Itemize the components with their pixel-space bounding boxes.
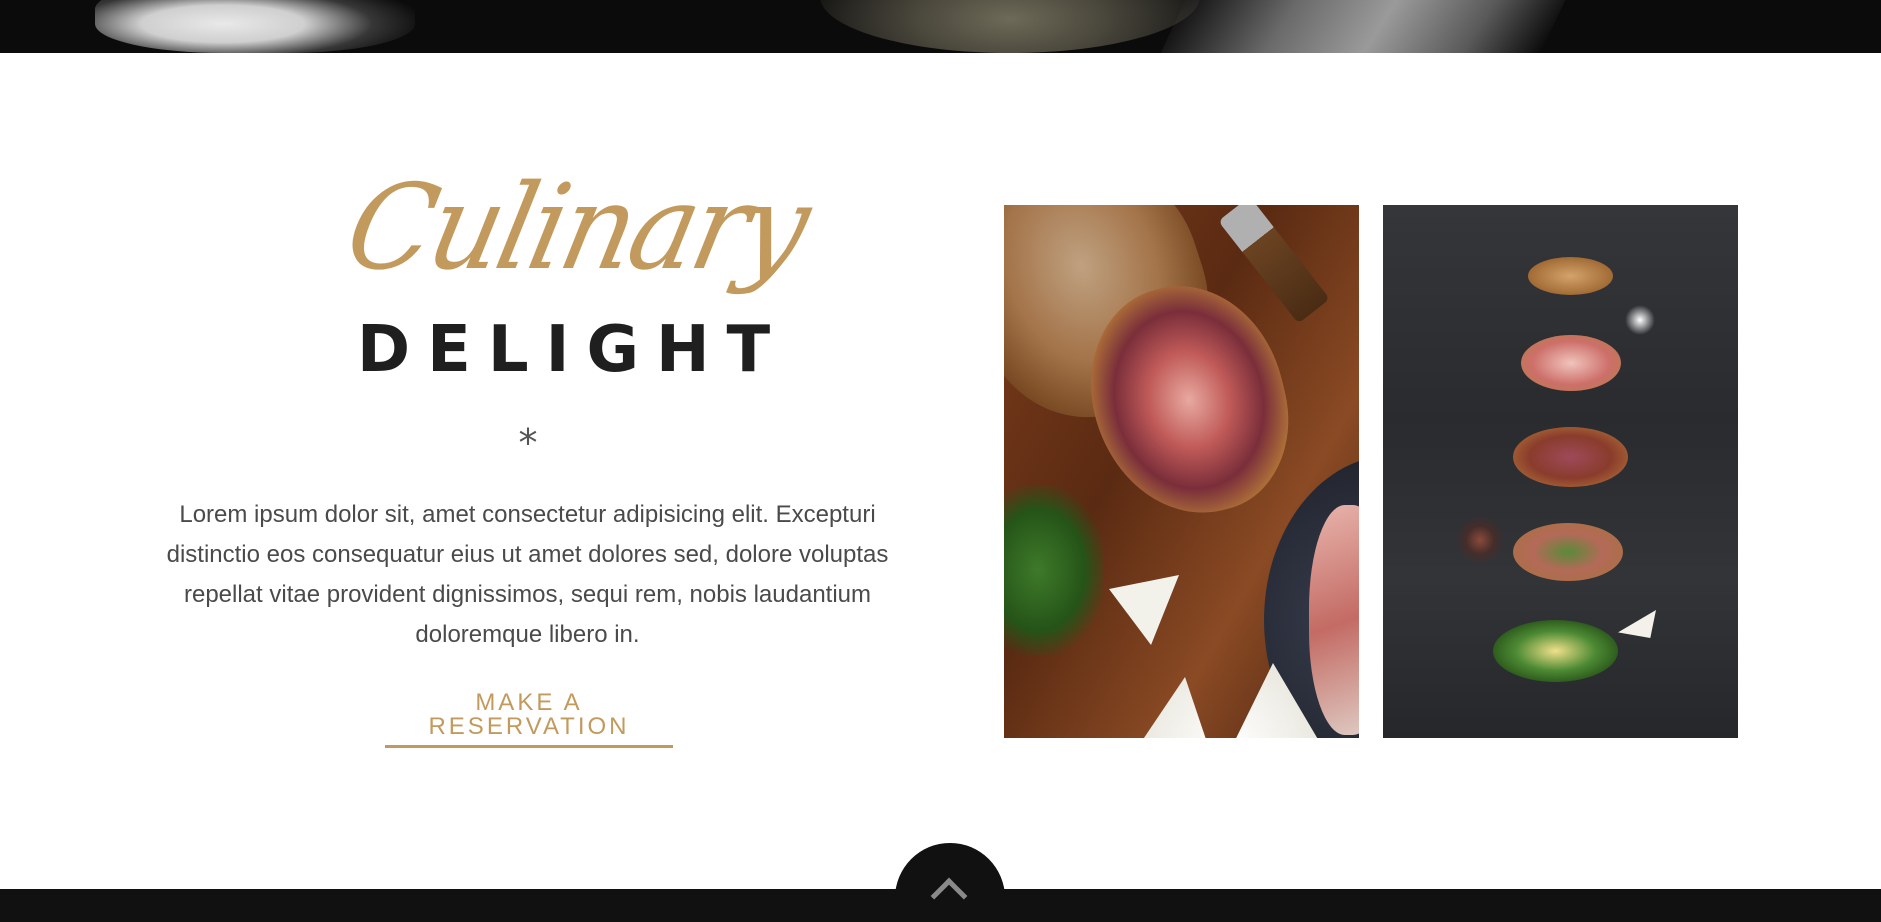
script-title: Culinary — [335, 159, 818, 297]
asterisk-divider: * — [518, 421, 538, 465]
top-hero-image-strip — [0, 0, 1881, 53]
bowl-decoration — [820, 0, 1200, 53]
chevron-up-icon — [930, 877, 968, 915]
prosciutto-bruschetta-photo — [1004, 205, 1359, 738]
description-text: Lorem ipsum dolor sit, amet consectetur … — [166, 501, 889, 648]
section-title: DELIGHT — [357, 313, 788, 387]
flour-decoration — [95, 0, 415, 53]
back-to-top-button[interactable] — [895, 843, 1005, 922]
crostini-row-photo — [1383, 205, 1738, 738]
make-reservation-link[interactable]: MAKE A RESERVATION — [385, 691, 673, 748]
board-decoration — [1160, 0, 1580, 53]
